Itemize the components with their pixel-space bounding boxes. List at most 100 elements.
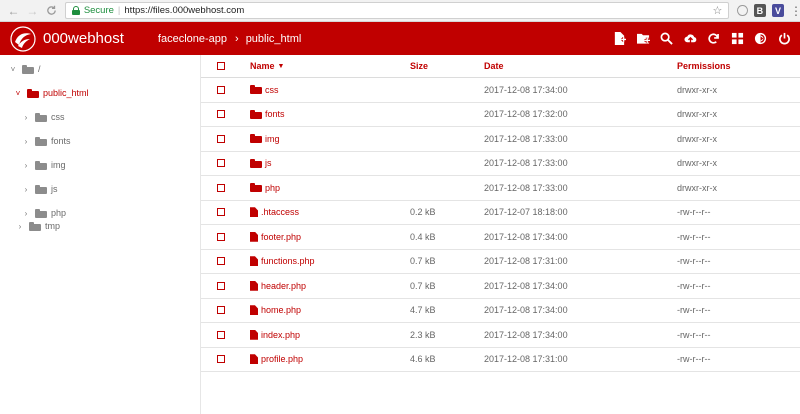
row-checkbox[interactable] bbox=[217, 85, 225, 94]
table-row[interactable]: fonts 2017-12-08 17:32:00 drwxr-xr-x bbox=[201, 103, 800, 127]
column-header-date[interactable]: Date bbox=[484, 55, 504, 77]
refresh-icon[interactable] bbox=[702, 22, 726, 55]
table-row[interactable]: footer.php 0.4 kB 2017-12-08 17:34:00 -rw-r… bbox=[201, 225, 800, 250]
brand-name[interactable]: 000webhost bbox=[43, 30, 124, 47]
chevron-right-icon[interactable]: › bbox=[22, 137, 30, 146]
breadcrumb-faceclone-app[interactable]: faceclone-app bbox=[158, 33, 227, 45]
table-row[interactable]: home.php 4.7 kB 2017-12-08 17:34:00 -rw-r--… bbox=[201, 299, 800, 323]
address-bar[interactable]: Secure | https://files.000webhost.com ☆ bbox=[64, 2, 730, 19]
file-name-cell[interactable]: img bbox=[250, 127, 280, 151]
chevron-right-icon[interactable]: › bbox=[22, 113, 30, 122]
file-name-cell[interactable]: fonts bbox=[250, 103, 285, 127]
tree-item-public-html[interactable]: ˅ public_html bbox=[14, 85, 89, 101]
column-header-permissions[interactable]: Permissions bbox=[677, 55, 731, 77]
folder-open-icon bbox=[22, 64, 34, 74]
file-name[interactable]: header.php bbox=[261, 281, 306, 291]
chevron-right-icon[interactable]: › bbox=[16, 222, 24, 231]
chevron-right-icon[interactable]: › bbox=[22, 209, 30, 218]
tree-item-tmp[interactable]: › tmp bbox=[16, 218, 60, 234]
tree-item-css[interactable]: › css bbox=[22, 109, 65, 125]
file-name[interactable]: img bbox=[265, 134, 280, 144]
row-checkbox[interactable] bbox=[217, 208, 225, 217]
tree-item-img[interactable]: › img bbox=[22, 157, 66, 173]
new-file-icon[interactable] bbox=[608, 22, 632, 55]
row-checkbox[interactable] bbox=[217, 183, 225, 192]
file-name[interactable]: home.php bbox=[261, 305, 301, 315]
file-name-cell[interactable]: .htaccess bbox=[250, 201, 299, 225]
file-date: 2017-12-08 17:34:00 bbox=[484, 305, 568, 316]
file-name[interactable]: .htaccess bbox=[261, 207, 299, 217]
row-checkbox[interactable] bbox=[217, 134, 225, 143]
search-icon[interactable] bbox=[655, 22, 679, 55]
folder-icon bbox=[35, 136, 47, 146]
tree-item-label: php bbox=[51, 208, 67, 218]
file-name-cell[interactable]: index.php bbox=[250, 323, 300, 347]
table-row[interactable]: header.php 0.7 kB 2017-12-08 17:34:00 -rw-r… bbox=[201, 274, 800, 299]
tree-item-js[interactable]: › js bbox=[22, 181, 58, 197]
browser-menu-icon[interactable]: ⋮ bbox=[790, 4, 800, 18]
folder-open-icon bbox=[27, 88, 39, 98]
table-row[interactable]: .htaccess 0.2 kB 2017-12-07 18:18:00 -rw-r-… bbox=[201, 201, 800, 225]
row-checkbox[interactable] bbox=[217, 257, 225, 266]
file-size: 0.7 kB bbox=[410, 256, 436, 267]
chevron-down-icon[interactable]: ˅ bbox=[14, 89, 22, 98]
shield-icon[interactable] bbox=[737, 5, 748, 16]
file-name-cell[interactable]: home.php bbox=[250, 299, 301, 323]
settings-icon[interactable] bbox=[749, 22, 773, 55]
table-row[interactable]: php 2017-12-08 17:33:00 drwxr-xr-x bbox=[201, 176, 800, 201]
tree-item-fonts[interactable]: › fonts bbox=[22, 133, 71, 149]
file-name[interactable]: footer.php bbox=[261, 232, 301, 242]
chevron-down-icon[interactable]: ˅ bbox=[9, 65, 17, 74]
row-checkbox[interactable] bbox=[217, 306, 225, 315]
file-name-cell[interactable]: header.php bbox=[250, 274, 306, 298]
file-name[interactable]: css bbox=[265, 85, 279, 95]
file-name-cell[interactable]: functions.php bbox=[250, 250, 315, 274]
file-name-cell[interactable]: profile.php bbox=[250, 348, 303, 372]
file-name[interactable]: js bbox=[265, 158, 272, 168]
table-row[interactable]: index.php 2.3 kB 2017-12-08 17:34:00 -rw-r-… bbox=[201, 323, 800, 348]
new-folder-icon[interactable] bbox=[632, 22, 656, 55]
file-name[interactable]: functions.php bbox=[261, 256, 315, 266]
file-name-cell[interactable]: css bbox=[250, 78, 279, 102]
upload-icon[interactable] bbox=[679, 22, 703, 55]
table-row[interactable]: js 2017-12-08 17:33:00 drwxr-xr-x bbox=[201, 152, 800, 176]
folder-icon bbox=[35, 208, 47, 218]
row-checkbox[interactable] bbox=[217, 159, 225, 168]
chevron-right-icon[interactable]: › bbox=[22, 185, 30, 194]
row-checkbox[interactable] bbox=[217, 355, 225, 364]
breadcrumb-public-html[interactable]: public_html bbox=[246, 33, 302, 45]
row-checkbox[interactable] bbox=[217, 232, 225, 241]
reload-icon[interactable] bbox=[44, 3, 59, 19]
forward-icon[interactable]: → bbox=[25, 3, 40, 19]
tree-item-label: img bbox=[51, 160, 66, 170]
grid-view-icon[interactable] bbox=[726, 22, 750, 55]
file-name[interactable]: profile.php bbox=[261, 354, 303, 364]
table-row[interactable]: functions.php 0.7 kB 2017-12-08 17:31:00 -r… bbox=[201, 250, 800, 274]
file-name[interactable]: php bbox=[265, 183, 280, 193]
b-extension-icon[interactable]: B bbox=[753, 4, 766, 17]
tree-item-root[interactable]: ˅ / bbox=[9, 61, 41, 77]
row-checkbox[interactable] bbox=[217, 110, 225, 119]
bookmark-star-icon[interactable]: ☆ bbox=[712, 4, 722, 17]
folder-icon bbox=[250, 183, 262, 193]
000webhost-logo-icon[interactable] bbox=[10, 25, 36, 52]
url-text[interactable]: https://files.000webhost.com bbox=[124, 5, 244, 16]
v-extension-icon[interactable]: V bbox=[771, 4, 785, 17]
table-row[interactable]: profile.php 4.6 kB 2017-12-08 17:31:00 -rw-… bbox=[201, 348, 800, 372]
back-icon[interactable]: ← bbox=[6, 3, 21, 19]
chevron-right-icon[interactable]: › bbox=[22, 161, 30, 170]
row-checkbox[interactable] bbox=[217, 281, 225, 290]
table-row[interactable]: img 2017-12-08 17:33:00 drwxr-xr-x bbox=[201, 127, 800, 152]
column-header-name[interactable]: Name ▼ bbox=[250, 55, 284, 77]
table-row[interactable]: css 2017-12-08 17:34:00 drwxr-xr-x bbox=[201, 78, 800, 103]
file-icon bbox=[250, 354, 258, 365]
file-name[interactable]: fonts bbox=[265, 109, 285, 119]
file-name[interactable]: index.php bbox=[261, 330, 300, 340]
file-name-cell[interactable]: js bbox=[250, 152, 272, 176]
file-name-cell[interactable]: footer.php bbox=[250, 225, 301, 249]
column-header-size[interactable]: Size bbox=[410, 55, 428, 77]
file-name-cell[interactable]: php bbox=[250, 176, 280, 200]
power-icon[interactable] bbox=[773, 22, 797, 55]
select-all-checkbox[interactable] bbox=[217, 62, 225, 70]
row-checkbox[interactable] bbox=[217, 330, 225, 339]
